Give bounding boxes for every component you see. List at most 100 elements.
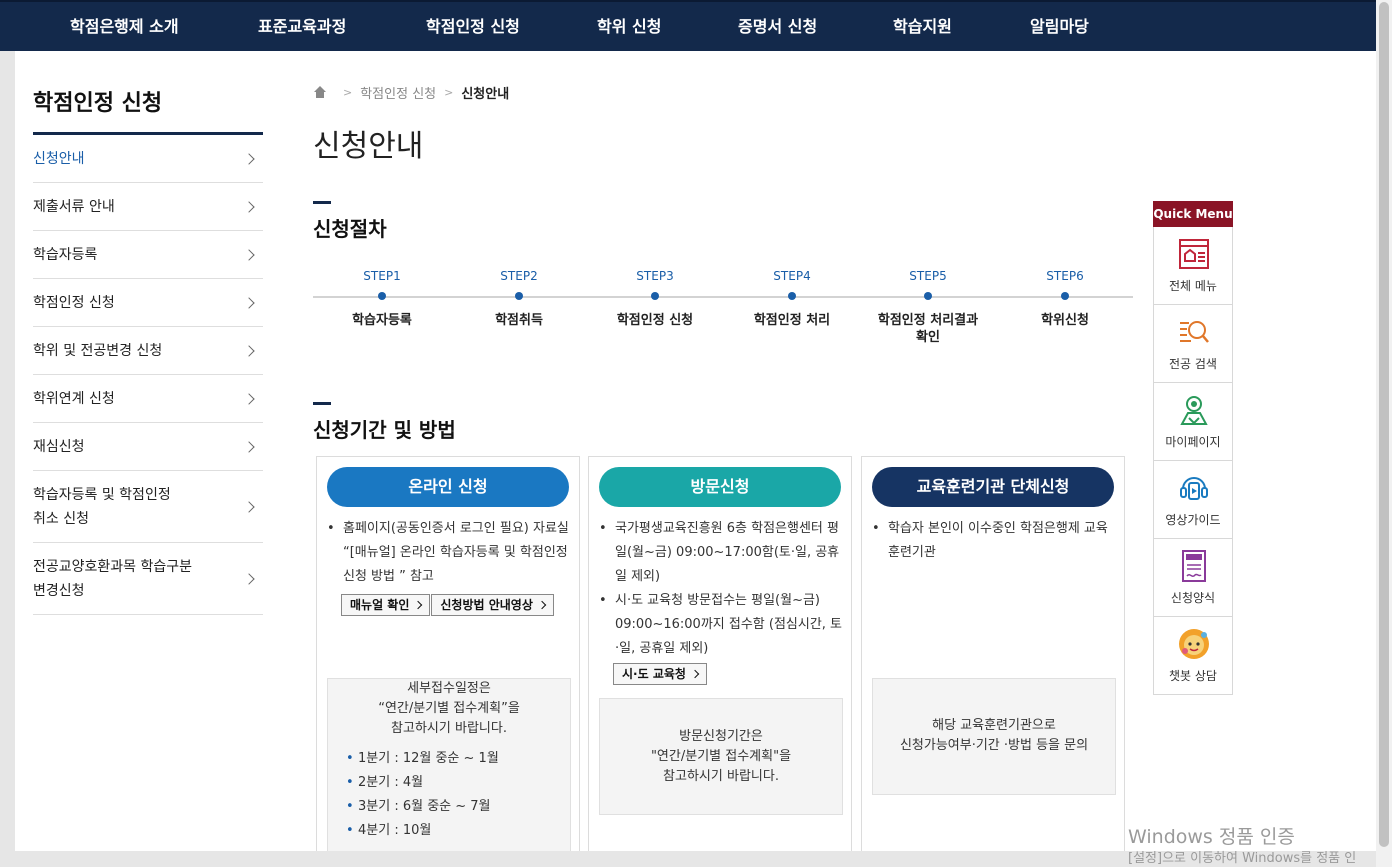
provincial-office-button[interactable]: 시·도 교육청 xyxy=(613,663,707,685)
step-1: STEP1 학습자등록 xyxy=(317,266,447,329)
sidebar-item-documents[interactable]: 제출서류 안내 xyxy=(33,183,263,231)
sidebar-item-course-type-change[interactable]: 전공교양호환과목 학습구분변경신청 xyxy=(33,543,263,615)
step-dot xyxy=(378,292,386,300)
step-2: STEP2 학점취득 xyxy=(454,266,584,329)
all-menu-icon xyxy=(1179,239,1209,269)
visit-application-box: 방문신청 국가평생교육진흥원 6층 학점은행센터 평일(월~금) 09:00~1… xyxy=(588,456,852,851)
step-label: STEP5 xyxy=(909,269,947,283)
sidebar-item-application-guide[interactable]: 신청안내 xyxy=(33,135,263,183)
list-item: 학습자 본인이 이수중인 학점은행제 교육훈련기관 xyxy=(872,517,1116,565)
scrollbar-thumb[interactable] xyxy=(1379,2,1389,847)
sidebar-item-label: 학점인정 신청 xyxy=(33,294,115,311)
section-marker xyxy=(313,402,331,405)
visit-note-box: 방문신청기간은 "연간/분기별 접수계획"을 참고하시기 바랍니다. xyxy=(599,698,843,815)
visit-note-line3: 참고하시기 바랍니다. xyxy=(663,769,779,784)
quick-item-label: 전공 검색 xyxy=(1169,357,1217,371)
nav-notice[interactable]: 알림마당 xyxy=(1030,2,1089,53)
chevron-right-icon xyxy=(243,200,255,213)
chevron-right-icon xyxy=(243,296,255,309)
quarter-list: 1분기 : 12월 중순 ~ 1월 2분기 : 4월 3분기 : 6월 중순 ~… xyxy=(338,739,582,843)
breadcrumb-parent[interactable]: 학점인정 신청 xyxy=(360,83,436,102)
chevron-right-icon xyxy=(243,248,255,261)
sidebar-item-label: 신청안내 xyxy=(33,150,85,167)
nav-degree-application[interactable]: 학위 신청 xyxy=(597,2,661,53)
chevron-right-icon xyxy=(243,572,255,585)
user-icon xyxy=(1180,396,1208,425)
list-item: 국가평생교육진흥원 6층 학점은행센터 평일(월~금) 09:00~17:00함… xyxy=(599,517,843,589)
procedure-title: 신청절차 xyxy=(313,217,387,241)
step-name: 학습자등록 xyxy=(352,313,412,328)
schedule-note-line1: 세부접수일정은 xyxy=(407,681,491,696)
list-item: 1분기 : 12월 중순 ~ 1월 xyxy=(346,747,582,771)
nav-credit-recognition[interactable]: 학점인정 신청 xyxy=(426,2,520,53)
schedule-note-line2: “연간/분기별 접수계획”을 xyxy=(378,701,520,716)
chevron-right-icon xyxy=(243,392,255,405)
step-name: 학점인정 처리결과확인 xyxy=(863,312,993,346)
step-dot xyxy=(924,292,932,300)
step-dot xyxy=(515,292,523,300)
list-item: 홈페이지(공동인증서 로그인 필요) 자료실 “[매뉴얼] 온라인 학습자등록 … xyxy=(327,517,571,589)
search-icon xyxy=(1180,321,1209,343)
section-marker xyxy=(313,201,331,204)
sidebar-item-credit-recognition[interactable]: 학점인정 신청 xyxy=(33,279,263,327)
nav-certificate[interactable]: 증명서 신청 xyxy=(738,2,817,53)
sidebar-item-learner-registration[interactable]: 학습자등록 xyxy=(33,231,263,279)
sidebar-item-label-line2: 취소 신청 xyxy=(33,510,89,527)
group-note-box: 해당 교육훈련기관으로 신청가능여부·기간 ·방법 등을 문의 xyxy=(872,678,1116,795)
sidebar-item-degree-major-change[interactable]: 학위 및 전공변경 신청 xyxy=(33,327,263,375)
step-name-line2: 확인 xyxy=(916,330,940,345)
sidebar-item-cancel-application[interactable]: 학습자등록 및 학점인정 취소 신청 xyxy=(33,471,263,543)
quick-item-label: 마이페이지 xyxy=(1165,435,1221,449)
quick-item-forms[interactable]: 신청양식 xyxy=(1153,539,1233,617)
chevron-right-icon xyxy=(243,152,255,165)
quick-item-all-menu[interactable]: 전체 메뉴 xyxy=(1153,227,1233,305)
breadcrumb-current: 신청안내 xyxy=(461,87,510,102)
step-name: 학점인정 처리 xyxy=(753,313,831,328)
step-dot xyxy=(651,292,659,300)
step-name: 학점인정 신청 xyxy=(616,313,694,328)
visit-application-list: 국가평생교육진흥원 6층 학점은행센터 평일(월~금) 09:00~17:00함… xyxy=(599,517,843,661)
online-application-box: 온라인 신청 홈페이지(공동인증서 로그인 필요) 자료실 “[매뉴얼] 온라인… xyxy=(316,456,580,851)
quick-item-chatbot[interactable]: 챗봇 상담 xyxy=(1153,617,1233,695)
step-label: STEP6 xyxy=(1046,269,1084,283)
step-name-line1: 학점인정 처리결과 xyxy=(877,313,979,328)
quick-menu-title: Quick Menu xyxy=(1153,201,1233,227)
page-title: 신청안내 xyxy=(313,129,424,164)
quick-item-label: 챗봇 상담 xyxy=(1169,669,1217,683)
list-item: 3분기 : 6월 중순 ~ 7월 xyxy=(346,795,582,819)
online-buttons: 매뉴얼 확인 신청방법 안내영상 xyxy=(325,594,555,616)
sidebar-item-reexamination[interactable]: 재심신청 xyxy=(33,423,263,471)
period-title: 신청기간 및 방법 xyxy=(313,418,456,442)
list-item: 시·도 교육청 방문접수는 평일(월~금) 09:00~16:00까지 접수함 … xyxy=(599,589,843,661)
visit-note-line2: "연간/분기별 접수계획"을 xyxy=(650,749,792,764)
online-application-list: 홈페이지(공동인증서 로그인 필요) 자료실 “[매뉴얼] 온라인 학습자등록 … xyxy=(327,517,571,589)
quick-item-label: 영상가이드 xyxy=(1165,513,1221,527)
chevron-right-icon xyxy=(243,500,255,513)
sidebar-menu: 신청안내 제출서류 안내 학습자등록 학점인정 신청 학위 및 전공변경 신청 … xyxy=(33,135,263,615)
home-icon[interactable] xyxy=(313,85,327,100)
sidebar-item-label-line2: 변경신청 xyxy=(33,582,85,599)
windows-activation-watermark-sub: [설정]으로 이동하여 Windows를 정품 인 xyxy=(1128,851,1357,866)
quick-item-mypage[interactable]: 마이페이지 xyxy=(1153,383,1233,461)
breadcrumb: > 학점인정 신청 > 신청안내 xyxy=(313,83,509,102)
visit-buttons: 시·도 교육청 xyxy=(597,663,708,685)
sidebar-item-label-line1: 전공교양호환과목 학습구분 xyxy=(33,558,193,575)
windows-activation-watermark: Windows 정품 인증 xyxy=(1128,826,1295,848)
nav-standard-curriculum[interactable]: 표준교육과정 xyxy=(258,2,346,53)
sidebar-item-label: 학위연계 신청 xyxy=(33,390,115,407)
step-label: STEP2 xyxy=(500,269,538,283)
top-navigation: 학점은행제 소개 표준교육과정 학점인정 신청 학위 신청 증명서 신청 학습지… xyxy=(0,0,1392,51)
guide-video-button[interactable]: 신청방법 안내영상 xyxy=(431,594,554,616)
nav-learning-support[interactable]: 학습지원 xyxy=(893,2,952,53)
step-3: STEP3 학점인정 신청 xyxy=(590,266,720,329)
quick-menu: Quick Menu 전체 메뉴 전공 검색 마이페이지 영상가이드 신청양식 … xyxy=(1153,201,1233,695)
sidebar-item-label: 학습자등록 xyxy=(33,246,98,263)
vertical-scrollbar[interactable] xyxy=(1376,0,1392,867)
manual-check-button[interactable]: 매뉴얼 확인 xyxy=(341,594,431,616)
nav-credit-bank-intro[interactable]: 학점은행제 소개 xyxy=(70,2,179,53)
quick-item-major-search[interactable]: 전공 검색 xyxy=(1153,305,1233,383)
sidebar-item-degree-link[interactable]: 학위연계 신청 xyxy=(33,375,263,423)
breadcrumb-separator: > xyxy=(343,86,353,99)
step-6: STEP6 학위신청 xyxy=(1000,266,1130,329)
quick-item-video-guide[interactable]: 영상가이드 xyxy=(1153,461,1233,539)
